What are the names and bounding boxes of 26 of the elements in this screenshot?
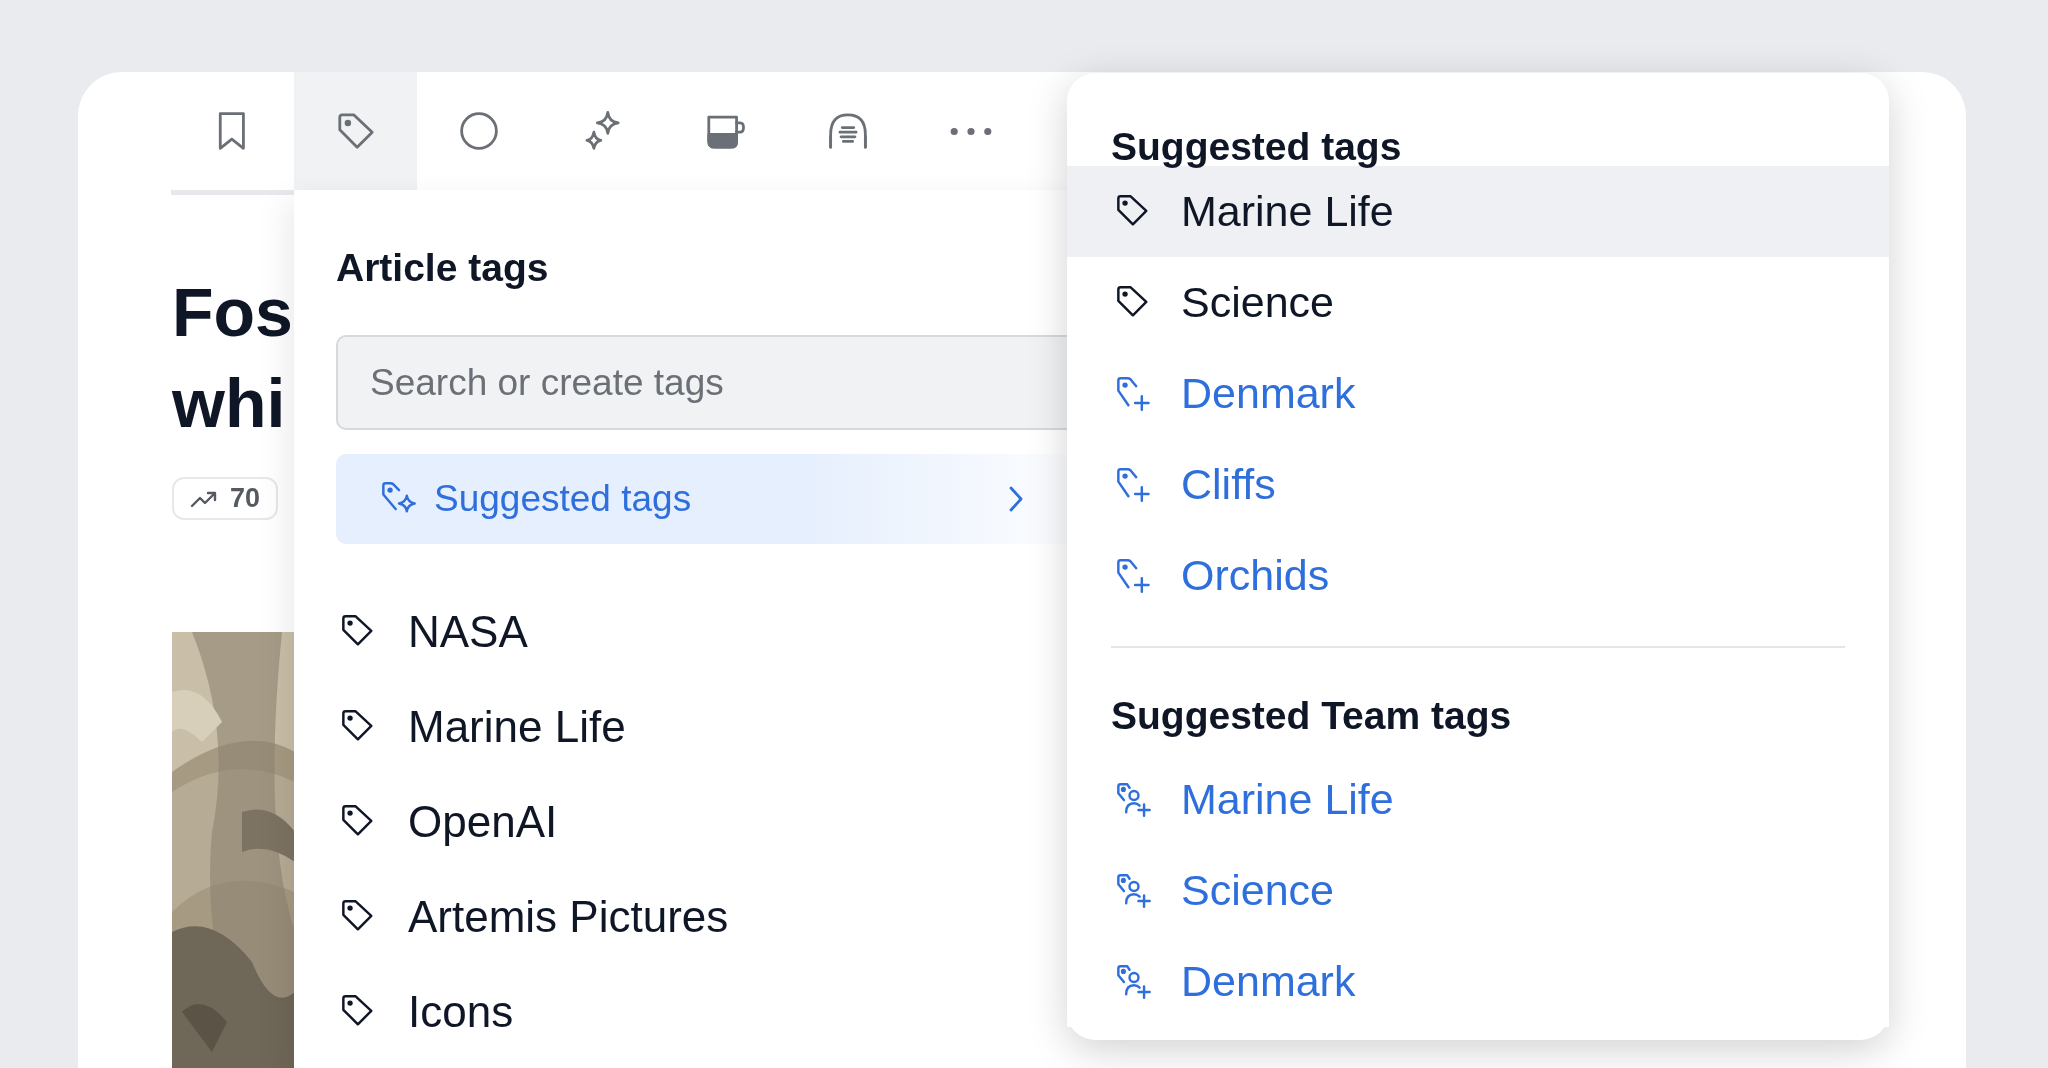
tag-label[interactable]: Artemis Pictures xyxy=(408,883,729,950)
tag-suggestion[interactable]: Marine Life xyxy=(1067,754,1889,845)
tag-plus-icon xyxy=(1115,556,1153,595)
tag-suggestion[interactable]: Orchids xyxy=(1067,530,1889,621)
tag-person-plus-icon xyxy=(1115,780,1153,819)
tag-suggestion[interactable]: Science xyxy=(1067,845,1889,936)
tag-plus-icon xyxy=(1115,374,1153,413)
tag-suggestion[interactable]: Science xyxy=(1067,257,1889,348)
section-heading: Suggested tags xyxy=(1111,125,1403,169)
tag-label[interactable]: Marine Life xyxy=(408,693,626,760)
tag-suggestion[interactable]: Denmark xyxy=(1067,348,1889,439)
toolbar-tab[interactable] xyxy=(294,72,417,190)
section-heading: Suggested Team tags xyxy=(1111,694,1513,738)
tag-label[interactable]: OpenAI xyxy=(408,788,558,855)
tag-label[interactable]: Icons xyxy=(408,978,514,1045)
more-icon xyxy=(948,125,993,137)
tag-label[interactable]: NASA xyxy=(408,598,528,665)
tag-person-plus-icon xyxy=(1115,871,1153,910)
tag-plus-icon xyxy=(1115,465,1153,504)
panel-heading: Article tags xyxy=(336,246,550,290)
article-title: Fos xyxy=(172,273,293,352)
tag-suggestion[interactable]: Denmark xyxy=(1067,936,1889,1027)
tag-person-plus-icon xyxy=(1115,962,1153,1001)
article-title: whi xyxy=(172,364,287,443)
tag-suggestion[interactable]: Cliffs xyxy=(1067,439,1889,530)
trend-count: 70 xyxy=(230,482,261,516)
